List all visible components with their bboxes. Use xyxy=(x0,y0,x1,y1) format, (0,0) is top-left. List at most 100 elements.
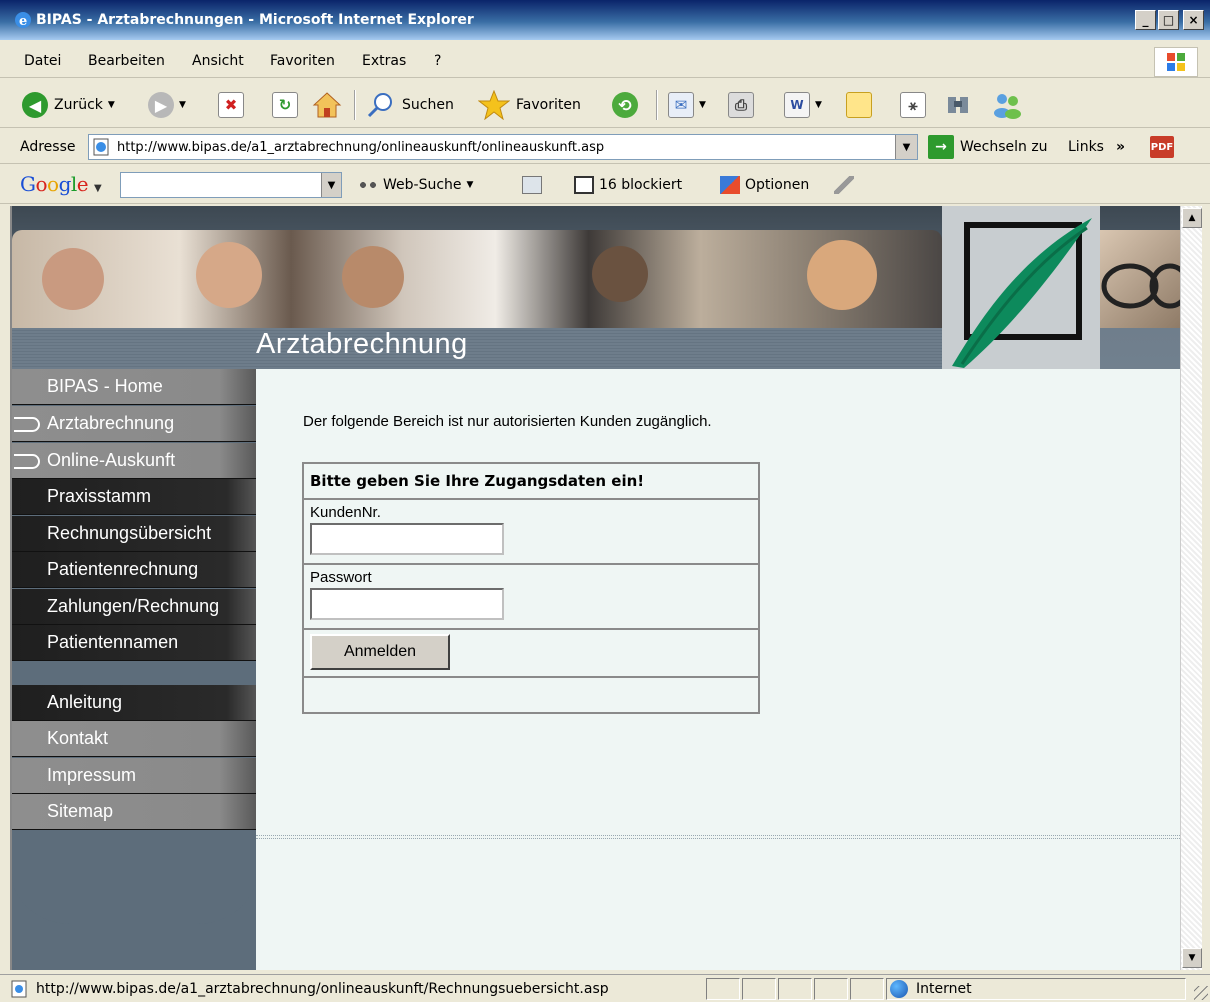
windows-logo-icon xyxy=(1154,47,1198,77)
nav-marker-icon xyxy=(14,454,40,469)
links-button[interactable]: Links » xyxy=(1068,139,1125,155)
google-logo[interactable]: Google ▼ xyxy=(20,172,102,196)
menu-favoriten[interactable]: Favoriten xyxy=(270,53,335,69)
resize-grip-icon[interactable] xyxy=(1194,986,1208,1000)
go-button[interactable]: → Wechseln zu xyxy=(928,135,1048,159)
google-toolbar: Google ▼ ▼ Web-Suche ▼ 16 blockiert Opti… xyxy=(0,166,1210,204)
nav-item-bipas-home[interactable]: BIPAS - Home xyxy=(12,369,256,405)
print-icon: ⎙ xyxy=(728,92,754,118)
login-button[interactable]: Anmelden xyxy=(310,634,450,670)
popup-blocker-button[interactable]: 16 blockiert xyxy=(574,176,682,194)
discuss-button[interactable] xyxy=(846,90,872,120)
nav-item-sitemap[interactable]: Sitemap xyxy=(12,794,256,830)
news-button[interactable] xyxy=(522,176,547,194)
history-button[interactable]: ⟲ xyxy=(612,90,638,120)
home-button[interactable] xyxy=(312,90,342,120)
options-label: Optionen xyxy=(745,177,810,193)
chevron-down-icon: ▼ xyxy=(699,100,706,110)
password-label: Passwort xyxy=(310,569,372,586)
customer-number-input[interactable] xyxy=(310,523,504,555)
search-icon xyxy=(367,93,392,118)
svg-text:e: e xyxy=(19,14,27,29)
forward-button[interactable]: ▶ ▼ xyxy=(148,90,186,120)
edit-button[interactable]: W ▼ xyxy=(784,90,822,120)
banner-photo xyxy=(12,230,942,328)
web-search-label: Web-Suche xyxy=(383,177,462,193)
mail-button[interactable]: ✉ ▼ xyxy=(668,90,706,120)
pdf-icon[interactable]: PDF xyxy=(1150,136,1174,158)
menu-help[interactable]: ? xyxy=(434,53,441,69)
globe-icon xyxy=(890,980,908,998)
scroll-up-button[interactable]: ▲ xyxy=(1182,208,1202,228)
mail-icon: ✉ xyxy=(668,92,694,118)
stop-button[interactable]: ✖ xyxy=(218,90,244,120)
google-search-dropdown[interactable]: ▼ xyxy=(321,173,341,197)
search-button[interactable]: Suchen xyxy=(366,90,454,120)
green-stroke-logo-icon xyxy=(952,218,1092,368)
nav-item-patientennamen[interactable]: Patientennamen xyxy=(12,625,256,661)
highlight-button[interactable] xyxy=(834,176,859,194)
page-icon xyxy=(93,138,109,156)
person-photo xyxy=(807,240,877,310)
nav-item-patientenrechnung[interactable]: Patientenrechnung xyxy=(12,552,256,588)
messenger-research-button[interactable]: ⚹ xyxy=(900,90,926,120)
form-footer xyxy=(304,678,758,712)
header-banner: Arztabrechnung xyxy=(12,206,1180,369)
divider xyxy=(256,835,1180,839)
go-arrow-icon: → xyxy=(928,135,954,159)
nav-item-anleitung[interactable]: Anleitung xyxy=(12,685,256,721)
page-icon xyxy=(11,980,27,998)
back-label: Zurück xyxy=(54,97,103,113)
address-bar: Adresse http://www.bipas.de/a1_arztabrec… xyxy=(0,130,1210,164)
messenger-button[interactable] xyxy=(990,90,1024,120)
popup-blocked-label: 16 blockiert xyxy=(599,177,683,193)
binoculars-icon xyxy=(358,176,378,194)
news-icon xyxy=(522,176,542,194)
web-search-button[interactable]: Web-Suche ▼ xyxy=(358,176,473,194)
chevron-down-icon: ▼ xyxy=(466,180,474,190)
nav-item-rechnungsuebersicht[interactable]: Rechnungsübersicht xyxy=(12,516,256,552)
address-label: Adresse xyxy=(20,139,76,155)
zone-label: Internet xyxy=(916,981,972,997)
address-input[interactable]: http://www.bipas.de/a1_arztabrechnung/on… xyxy=(88,134,918,160)
options-button[interactable]: Optionen xyxy=(720,176,809,194)
binoculars-icon xyxy=(948,97,968,113)
favorites-button[interactable]: Favoriten xyxy=(478,90,581,120)
menu-datei[interactable]: Datei xyxy=(24,53,61,69)
print-button[interactable]: ⎙ xyxy=(728,90,754,120)
nav-item-online-auskunft[interactable]: Online-Auskunft xyxy=(12,443,256,479)
star-icon xyxy=(478,90,510,120)
address-dropdown-button[interactable]: ▼ xyxy=(895,135,917,159)
status-bar: http://www.bipas.de/a1_arztabrechnung/on… xyxy=(0,974,1210,1002)
nav-item-zahlungen-rechnung[interactable]: Zahlungen/Rechnung xyxy=(12,589,256,625)
nav-item-praxisstamm[interactable]: Praxisstamm xyxy=(12,479,256,515)
search-label: Suchen xyxy=(402,97,454,113)
refresh-icon: ↻ xyxy=(272,92,298,118)
history-icon: ⟲ xyxy=(612,92,638,118)
password-input[interactable] xyxy=(310,588,504,620)
favorites-label: Favoriten xyxy=(516,97,581,113)
close-button[interactable]: × xyxy=(1183,10,1204,30)
nav-item-kontakt[interactable]: Kontakt xyxy=(12,721,256,757)
nav-item-impressum[interactable]: Impressum xyxy=(12,758,256,794)
minimize-button[interactable]: _ xyxy=(1135,10,1156,30)
menu-ansicht[interactable]: Ansicht xyxy=(192,53,244,69)
person-photo xyxy=(42,248,104,310)
research-button[interactable] xyxy=(944,90,974,120)
word-icon: W xyxy=(784,92,810,118)
address-url: http://www.bipas.de/a1_arztabrechnung/on… xyxy=(117,139,605,155)
menu-bearbeiten[interactable]: Bearbeiten xyxy=(88,53,165,69)
nav-marker-icon xyxy=(14,417,40,432)
google-search-input[interactable]: ▼ xyxy=(120,172,342,198)
vertical-scrollbar[interactable]: ▲ ▼ xyxy=(1180,206,1202,970)
status-url: http://www.bipas.de/a1_arztabrechnung/on… xyxy=(36,981,609,997)
maximize-button[interactable]: □ xyxy=(1158,10,1179,30)
links-label: Links xyxy=(1068,139,1104,155)
menu-extras[interactable]: Extras xyxy=(362,53,406,69)
left-navigation: BIPAS - Home Arztabrechnung Online-Ausku… xyxy=(12,369,256,970)
person-photo xyxy=(196,242,262,308)
refresh-button[interactable]: ↻ xyxy=(272,90,298,120)
nav-item-arztabrechnung[interactable]: Arztabrechnung xyxy=(12,406,256,442)
scroll-down-button[interactable]: ▼ xyxy=(1182,948,1202,968)
back-button[interactable]: ◀ Zurück ▼ xyxy=(22,90,115,120)
